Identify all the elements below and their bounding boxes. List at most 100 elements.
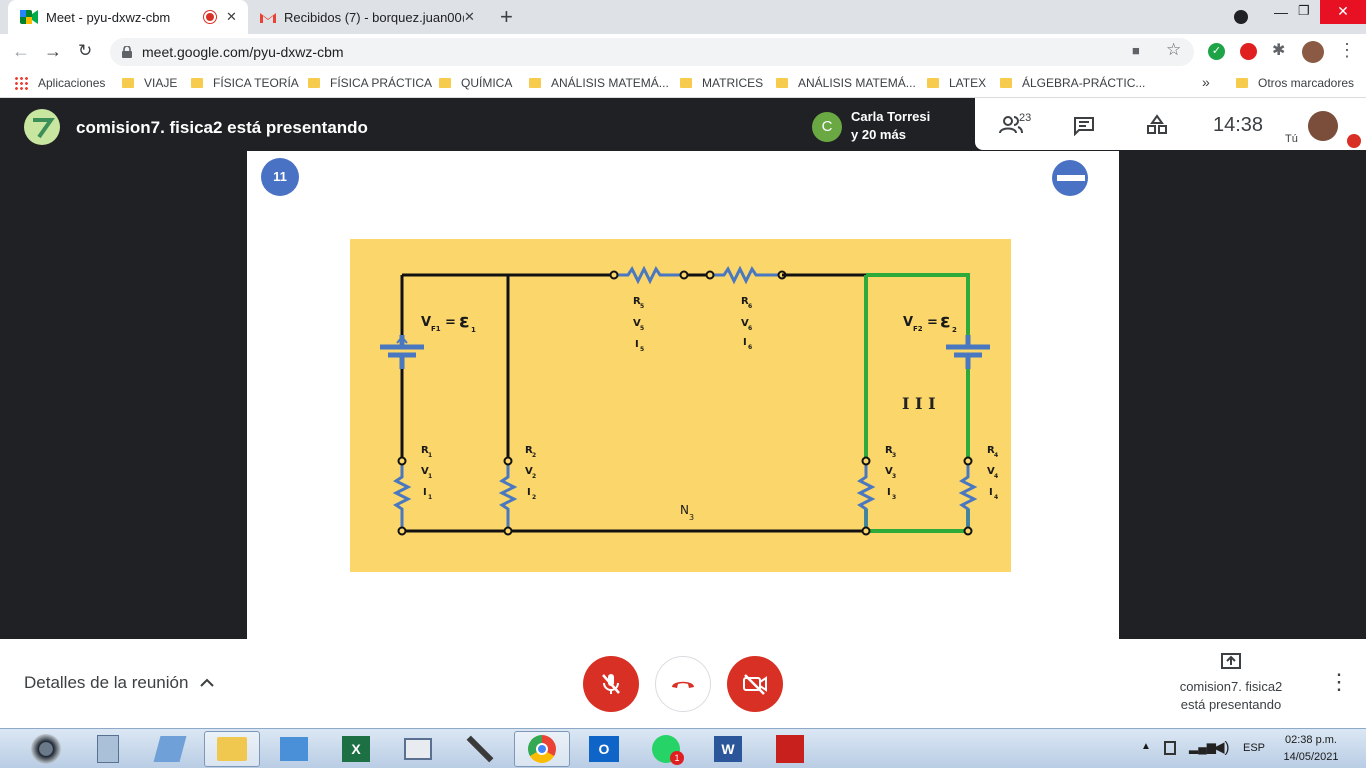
bookmark-folder[interactable]: ÁLGEBRA-PRÁCTIC... (1000, 76, 1145, 90)
meet-favicon-icon (20, 10, 38, 24)
close-tab-icon[interactable]: ✕ (226, 9, 237, 25)
show-hidden-icons[interactable]: ▲ (1141, 741, 1151, 752)
taskbar-whatsapp[interactable]: 1 (638, 731, 694, 767)
taskbar-mic-app[interactable] (452, 731, 508, 767)
present-screen-icon[interactable] (1221, 653, 1241, 671)
taskbar-acrobat[interactable] (762, 731, 818, 767)
profile-avatar[interactable] (1302, 41, 1324, 63)
camera-off-icon (743, 674, 767, 695)
bookmark-label: QUÍMICA (461, 76, 513, 90)
participant-more: y 20 más (851, 127, 906, 142)
i3-label: I (887, 487, 891, 498)
apps-grid-icon (14, 76, 28, 90)
camera-icon[interactable]: ■ (1132, 43, 1140, 58)
folder-icon (122, 78, 134, 88)
slide-nav-icon[interactable] (1051, 159, 1089, 197)
close-tab-icon[interactable]: ✕ (464, 9, 475, 25)
taskbar-webcam[interactable] (18, 731, 74, 767)
leave-call-button[interactable] (655, 656, 711, 712)
system-time[interactable]: 02:38 p.m. (1280, 734, 1342, 746)
back-button[interactable]: ← (12, 41, 30, 62)
language-indicator[interactable]: ESP (1243, 742, 1265, 754)
i6-subscript: 6 (748, 344, 753, 351)
calculator-icon (97, 735, 119, 763)
camera-toggle-button[interactable] (727, 656, 783, 712)
chrome-menu-icon[interactable]: ⋮ (1338, 40, 1356, 61)
minimize-button[interactable]: — (1274, 4, 1288, 20)
chat-icon[interactable] (1073, 116, 1095, 136)
more-options-icon[interactable]: ⋮ (1328, 669, 1350, 695)
hang-up-icon (672, 681, 694, 688)
network-signal-icon[interactable]: ▂▄▆ (1189, 740, 1216, 754)
v4-subscript: 4 (994, 473, 999, 480)
activities-icon[interactable] (1146, 114, 1168, 136)
emf1-subscript: 1 (471, 326, 476, 334)
taskbar-explorer[interactable] (204, 731, 260, 767)
bookmark-folder[interactable]: ANÁLISIS MATEMÁ... (529, 76, 669, 90)
i4-subscript: 4 (994, 494, 999, 501)
tab-meet[interactable]: Meet - pyu-dxwz-cbm ✕ (8, 0, 248, 34)
meet-stage: comision7. fisica2 está presentando C Ca… (0, 98, 1366, 728)
bookmark-folder[interactable]: FÍSICA TEORÍA (191, 76, 299, 90)
folder-icon (529, 78, 541, 88)
participant-chip[interactable]: C Carla Torresi y 20 más (804, 98, 975, 150)
i3-subscript: 3 (892, 494, 897, 501)
url-text: meet.google.com/pyu-dxwz-cbm (142, 44, 344, 60)
vf2-equals: = (927, 315, 938, 330)
bookmarks-overflow-button[interactable]: » (1202, 74, 1210, 90)
bookmark-folder[interactable]: ANÁLISIS MATEMÁ... (776, 76, 916, 90)
taskbar-excel[interactable]: X (328, 731, 384, 767)
microphone-toggle-button[interactable] (583, 656, 639, 712)
taskbar-outlook[interactable]: O (576, 731, 632, 767)
volume-icon[interactable]: ◀) (1213, 738, 1230, 756)
people-count: 23 (1019, 112, 1032, 124)
meeting-clock: 14:38 (1213, 114, 1264, 136)
folder-icon (439, 78, 451, 88)
seven-logo-icon (33, 118, 55, 139)
taskbar-chrome[interactable] (514, 731, 570, 767)
v6-subscript: 6 (748, 325, 753, 332)
restore-button[interactable]: ❐ (1298, 3, 1310, 19)
extension-stop-icon[interactable] (1240, 43, 1257, 60)
bookmark-apps[interactable]: Aplicaciones (14, 76, 105, 90)
bookmark-star-icon[interactable]: ☆ (1166, 40, 1181, 60)
taskbar-notepad[interactable] (142, 731, 198, 767)
you-label: Tú (1285, 133, 1298, 145)
i2-label: I (527, 487, 531, 498)
bookmark-folder[interactable]: QUÍMICA (439, 76, 512, 90)
extension-check-icon[interactable]: ✓ (1208, 43, 1225, 60)
bookmark-label: ANÁLISIS MATEMÁ... (798, 76, 916, 90)
tab-search-icon[interactable] (1234, 10, 1248, 24)
browser-toolbar: ← → ↻ meet.google.com/pyu-dxwz-cbm ■ ☆ ✓… (0, 34, 1366, 70)
extensions-puzzle-icon[interactable]: ✱ (1272, 40, 1285, 60)
taskbar-word[interactable]: W (700, 731, 756, 767)
battery-icon[interactable] (1164, 741, 1176, 755)
r6-subscript: 6 (748, 303, 753, 310)
bookmark-folder[interactable]: VIAJE (122, 76, 177, 90)
node-subscript: 3 (689, 513, 695, 522)
other-bookmarks-folder[interactable]: Otros marcadores (1236, 76, 1354, 90)
outlook-icon: O (589, 736, 619, 762)
bookmark-folder[interactable]: FÍSICA PRÁCTICA (308, 76, 432, 90)
system-date[interactable]: 14/05/2021 (1280, 751, 1342, 763)
bookmark-label: LATEX (949, 76, 987, 90)
reload-button[interactable]: ↻ (78, 41, 92, 61)
bookmark-label: Aplicaciones (38, 76, 106, 90)
taskbar-calculator[interactable] (80, 731, 136, 767)
tab-gmail[interactable]: Recibidos (7) - borquez.juan00@ ✕ (250, 0, 488, 34)
forward-button[interactable]: → (44, 41, 62, 62)
meeting-details-label: Detalles de la reunión (24, 673, 189, 692)
bookmark-folder[interactable]: LATEX (927, 76, 986, 90)
bookmark-folder[interactable]: MATRICES (680, 76, 763, 90)
folder-icon (1236, 78, 1248, 88)
webcam-icon (31, 734, 61, 764)
taskbar-control-panel[interactable] (266, 731, 322, 767)
excel-icon: X (342, 736, 370, 762)
meeting-details-button[interactable]: Detalles de la reunión (24, 673, 215, 693)
folder-icon (191, 78, 203, 88)
address-bar[interactable]: meet.google.com/pyu-dxwz-cbm ■ ☆ (110, 38, 1194, 66)
close-window-button[interactable]: ✕ (1320, 0, 1366, 24)
taskbar-window[interactable] (390, 731, 446, 767)
i1-subscript: 1 (428, 494, 433, 501)
new-tab-button[interactable]: + (500, 4, 513, 30)
